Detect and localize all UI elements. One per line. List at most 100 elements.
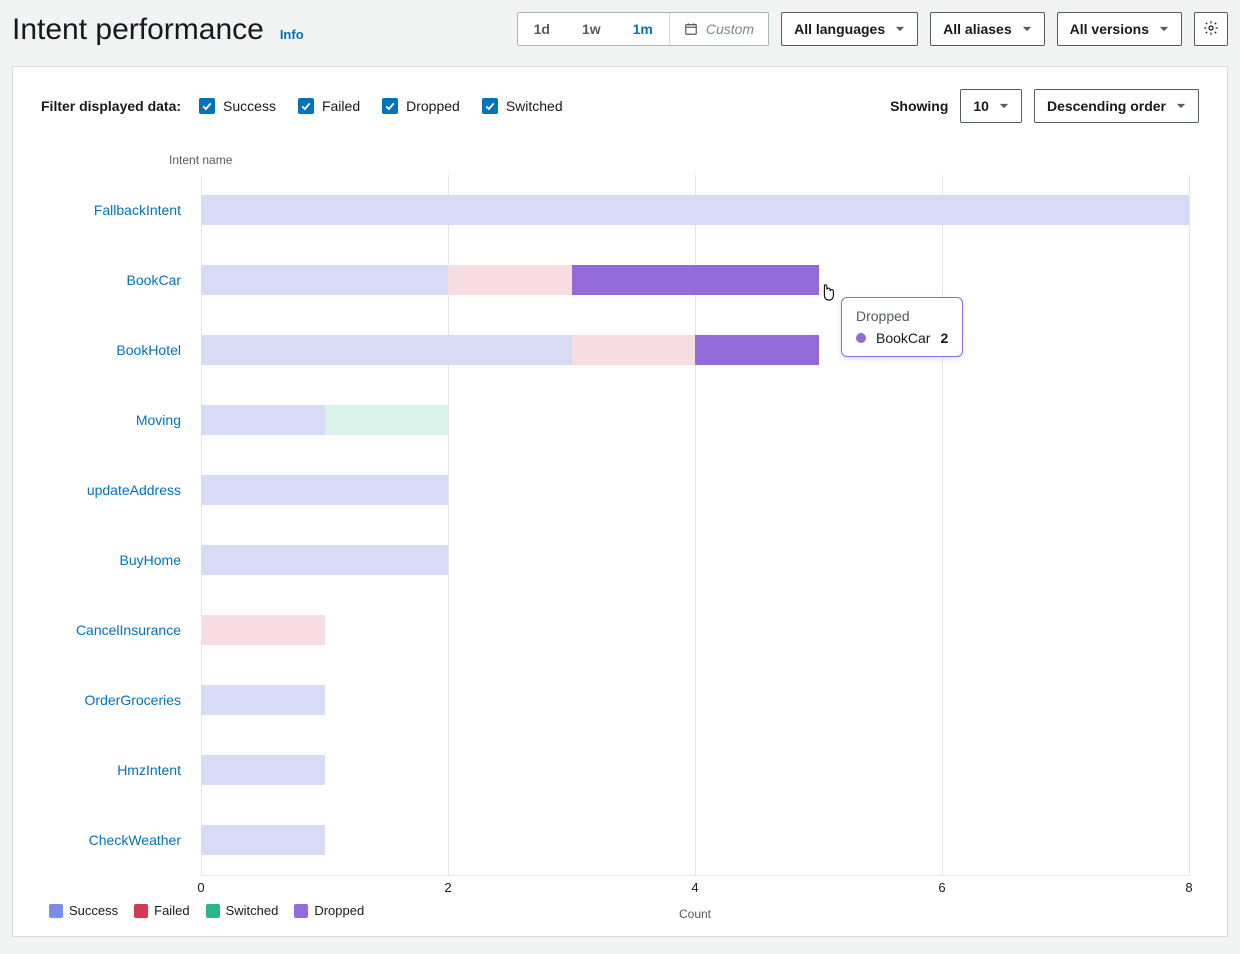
legend: Success Failed Switched Dropped [49, 903, 1199, 918]
intent-link[interactable]: CancelInsurance [31, 622, 191, 638]
bar-segment-switched[interactable] [325, 405, 449, 435]
alias-select[interactable]: All aliases [930, 12, 1045, 46]
chart-row: OrderGroceries [201, 665, 1189, 735]
intent-link[interactable]: updateAddress [31, 482, 191, 498]
bar-segment-success[interactable] [201, 825, 325, 855]
chevron-down-icon [1022, 24, 1032, 34]
showing-select[interactable]: 10 [960, 89, 1022, 123]
filter-switched[interactable]: Switched [482, 98, 563, 114]
time-range-1d[interactable]: 1d [518, 13, 566, 45]
showing-label: Showing [890, 98, 948, 114]
bar-segment-dropped[interactable] [695, 335, 819, 365]
chart-row: updateAddress [201, 455, 1189, 525]
legend-dropped[interactable]: Dropped [294, 903, 364, 918]
chevron-down-icon [895, 24, 905, 34]
chevron-down-icon [999, 101, 1009, 111]
xaxis-tick: 6 [938, 880, 945, 895]
bar[interactable] [201, 265, 1189, 295]
checkbox-checked-icon [382, 98, 398, 114]
version-select-label: All versions [1070, 21, 1149, 37]
legend-failed[interactable]: Failed [134, 903, 189, 918]
time-range-custom[interactable]: Custom [670, 13, 768, 45]
bar[interactable] [201, 405, 1189, 435]
legend-swatch-failed [134, 904, 148, 918]
info-link[interactable]: Info [280, 27, 304, 42]
bar[interactable] [201, 825, 1189, 855]
chart-panel: Filter displayed data: Success Failed Dr… [12, 66, 1228, 937]
bar-segment-success[interactable] [201, 195, 1189, 225]
filter-success[interactable]: Success [199, 98, 276, 114]
intent-link[interactable]: BookCar [31, 272, 191, 288]
chart-row: Moving [201, 385, 1189, 455]
filter-dropped[interactable]: Dropped [382, 98, 460, 114]
bar[interactable] [201, 755, 1189, 785]
plot-area[interactable]: FallbackIntentBookCarBookHotelMovingupda… [201, 175, 1189, 875]
bar-segment-success[interactable] [201, 685, 325, 715]
bar[interactable] [201, 685, 1189, 715]
checkbox-checked-icon [482, 98, 498, 114]
alias-select-label: All aliases [943, 21, 1012, 37]
time-range-1w[interactable]: 1w [566, 13, 617, 45]
legend-switched[interactable]: Switched [206, 903, 279, 918]
legend-swatch-success [49, 904, 63, 918]
bar-segment-success[interactable] [201, 755, 325, 785]
xaxis-tick: 8 [1185, 880, 1192, 895]
bar-segment-success[interactable] [201, 475, 448, 505]
chart: Intent name FallbackIntentBookCarBookHot… [41, 153, 1199, 918]
bar[interactable] [201, 475, 1189, 505]
page-title: Intent performance [12, 13, 264, 46]
header: Intent performance Info 1d 1w 1m Custom … [0, 0, 1240, 46]
chart-row: BuyHome [201, 525, 1189, 595]
panel-toolbar: Filter displayed data: Success Failed Dr… [41, 89, 1199, 123]
xaxis-tick: 4 [691, 880, 698, 895]
legend-success[interactable]: Success [49, 903, 118, 918]
chart-row: HmzIntent [201, 735, 1189, 805]
bar-segment-failed[interactable] [201, 615, 325, 645]
chart-row: FallbackIntent [201, 175, 1189, 245]
bar[interactable] [201, 335, 1189, 365]
xaxis-tick: 0 [197, 880, 204, 895]
intent-link[interactable]: Moving [31, 412, 191, 428]
bar-segment-success[interactable] [201, 545, 448, 575]
legend-swatch-dropped [294, 904, 308, 918]
version-select[interactable]: All versions [1057, 12, 1182, 46]
sort-select[interactable]: Descending order [1034, 89, 1199, 123]
language-select[interactable]: All languages [781, 12, 918, 46]
bar-segment-failed[interactable] [572, 335, 696, 365]
chart-row: CancelInsurance [201, 595, 1189, 665]
legend-switched-label: Switched [226, 903, 279, 918]
checkbox-checked-icon [298, 98, 314, 114]
bar-segment-failed[interactable] [448, 265, 572, 295]
filter-switched-label: Switched [506, 98, 563, 114]
intent-link[interactable]: CheckWeather [31, 832, 191, 848]
time-range-selector: 1d 1w 1m Custom [517, 12, 770, 46]
intent-link[interactable]: HmzIntent [31, 762, 191, 778]
filter-label: Filter displayed data: [41, 98, 181, 114]
title-wrap: Intent performance Info [12, 13, 304, 46]
bar-segment-success[interactable] [201, 335, 572, 365]
intent-link[interactable]: FallbackIntent [31, 202, 191, 218]
time-range-1m[interactable]: 1m [617, 13, 669, 45]
chevron-down-icon [1159, 24, 1169, 34]
bar-segment-success[interactable] [201, 405, 325, 435]
bar-segment-dropped[interactable] [572, 265, 819, 295]
settings-button[interactable] [1194, 12, 1228, 46]
filter-failed[interactable]: Failed [298, 98, 360, 114]
filter-dropped-label: Dropped [406, 98, 460, 114]
yaxis-title: Intent name [169, 153, 1199, 167]
xaxis-tick: 2 [444, 880, 451, 895]
time-range-custom-label: Custom [706, 21, 754, 37]
intent-link[interactable]: OrderGroceries [31, 692, 191, 708]
intent-link[interactable]: BuyHome [31, 552, 191, 568]
language-select-label: All languages [794, 21, 885, 37]
intent-link[interactable]: BookHotel [31, 342, 191, 358]
filter-failed-label: Failed [322, 98, 360, 114]
checkbox-checked-icon [199, 98, 215, 114]
bar-segment-success[interactable] [201, 265, 448, 295]
gear-icon [1203, 20, 1219, 39]
bar[interactable] [201, 615, 1189, 645]
bar[interactable] [201, 195, 1189, 225]
showing-value: 10 [973, 98, 989, 114]
filter-success-label: Success [223, 98, 276, 114]
bar[interactable] [201, 545, 1189, 575]
